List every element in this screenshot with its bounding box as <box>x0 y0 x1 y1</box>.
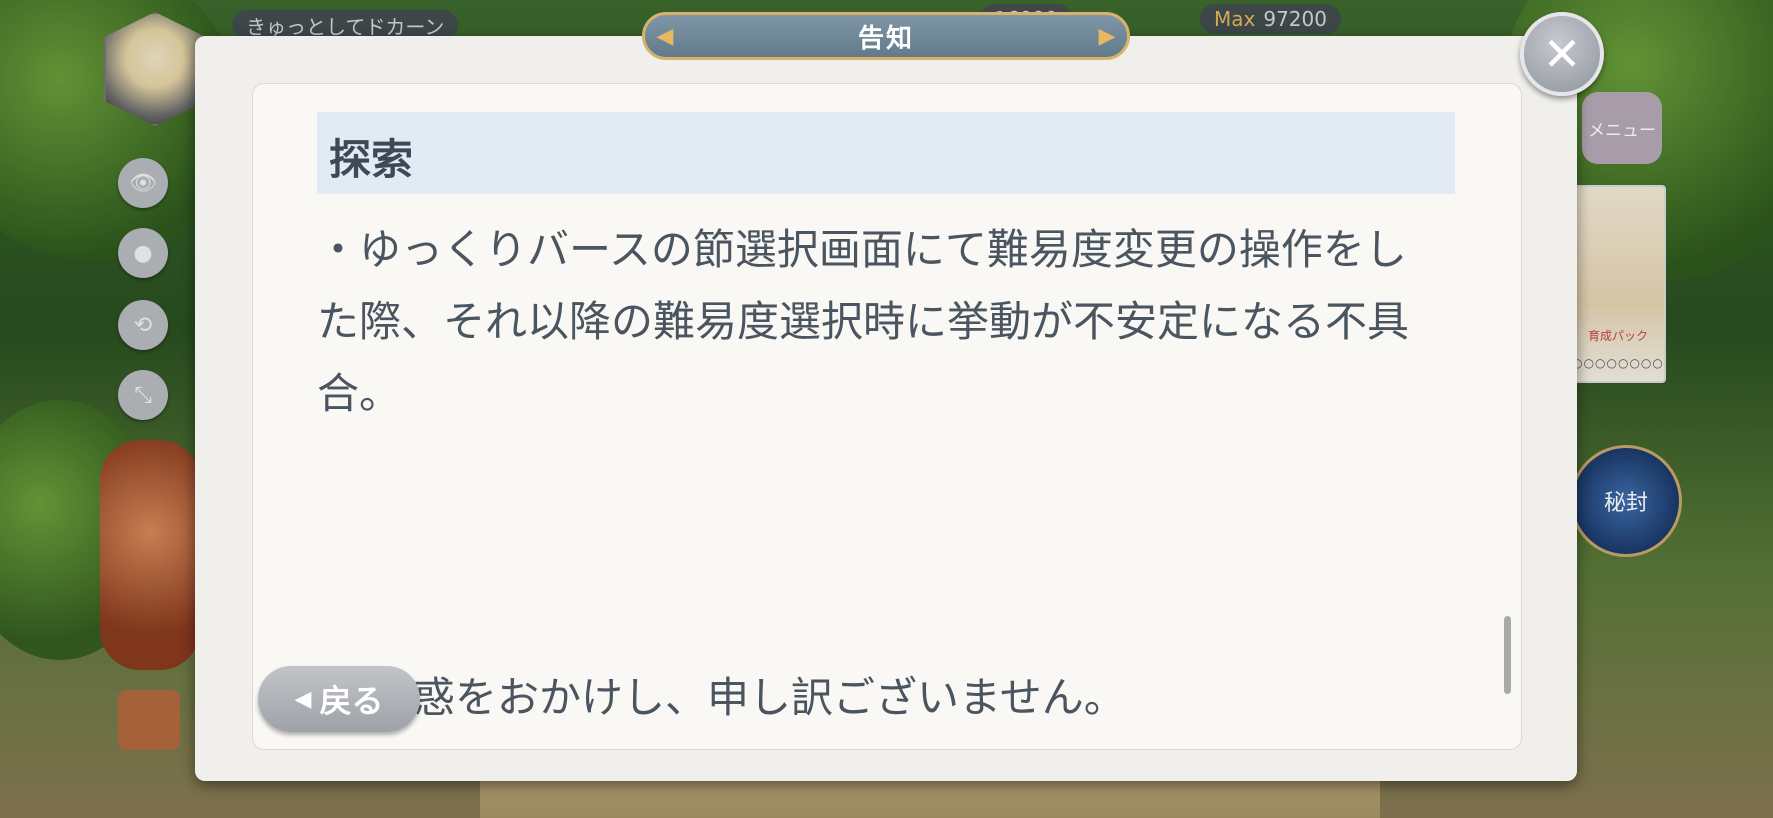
back-button[interactable]: ◀ 戻る <box>258 666 420 732</box>
apology-text: 惑をおかけし、申し訳ございません。 <box>413 673 1126 722</box>
notice-body-text: ・ゆっくりバースの節選択画面にて難易度変更の操作をした際、それ以降の難易度選択時… <box>317 225 1410 418</box>
close-icon: ✕ <box>1542 27 1582 81</box>
section-heading-bar: 探索 <box>317 112 1455 194</box>
title-plate: ◀ 告知 ▶ <box>642 12 1130 60</box>
close-button[interactable]: ✕ <box>1520 12 1604 96</box>
back-label: 戻る <box>319 682 384 720</box>
scrollbar[interactable] <box>1504 616 1511 694</box>
notice-content[interactable]: 探索 ・ゆっくりバースの節選択画面にて難易度変更の操作をした際、それ以降の難易度… <box>252 83 1522 750</box>
back-arrow-icon: ◀ <box>294 686 312 712</box>
chevron-left-icon[interactable]: ◀ <box>653 24 677 49</box>
chevron-right-icon[interactable]: ▶ <box>1095 24 1119 49</box>
modal-title: 告知 <box>857 23 914 54</box>
section-heading: 探索 <box>329 135 414 184</box>
